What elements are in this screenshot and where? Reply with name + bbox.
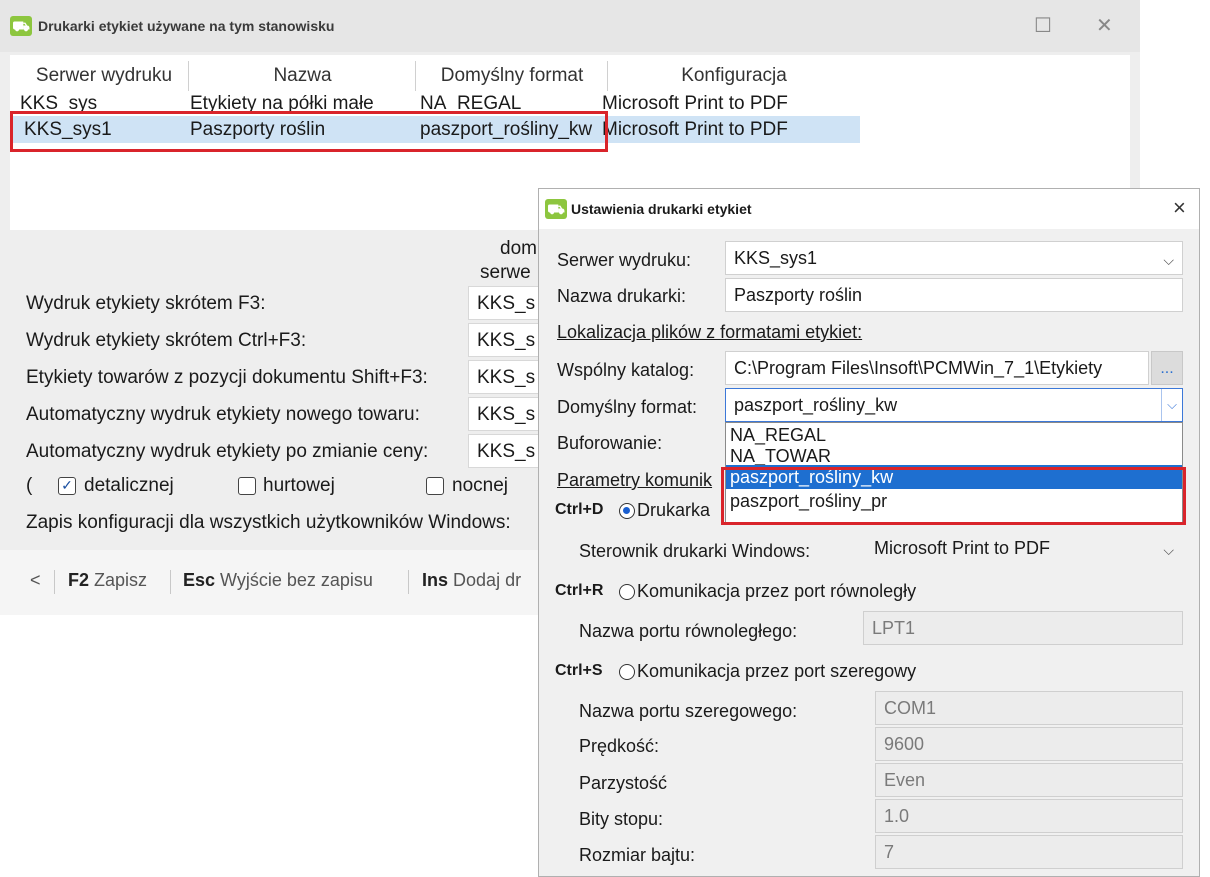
parity-label: Parzystość bbox=[579, 773, 668, 793]
add-printer-button[interactable]: Ins Dodaj dr bbox=[422, 570, 521, 591]
printer-name-field[interactable]: Paszporty roślin bbox=[725, 278, 1183, 312]
grid-cell-config: Microsoft Print to PDF bbox=[602, 119, 788, 140]
checkbox-wholesale-label: hurtowej bbox=[263, 475, 335, 496]
grid-column-separator bbox=[415, 61, 416, 91]
back-icon[interactable]: < bbox=[30, 570, 41, 591]
grid-column-separator bbox=[607, 61, 608, 91]
setting-label: Wydruk etykiety skrótem Ctrl+F3: bbox=[26, 330, 307, 351]
parallel-port-label: Nazwa portu równoległego: bbox=[579, 621, 798, 641]
parallel-port-field[interactable]: LPT1 bbox=[863, 611, 1183, 645]
driver-select[interactable]: Microsoft Print to PDF ⌵ bbox=[865, 531, 1183, 565]
cart-icon: ⛟ bbox=[545, 199, 567, 219]
server-select[interactable]: KKS_sys1 ⌵ bbox=[725, 241, 1183, 275]
printer-name-label: Nazwa drukarki: bbox=[557, 286, 687, 306]
shortcut-ctrl-d: Ctrl+D bbox=[555, 501, 604, 518]
annotation-highlight-row bbox=[10, 111, 608, 152]
radio-parallel[interactable] bbox=[619, 584, 635, 600]
cart-icon: ⛟ bbox=[10, 16, 32, 36]
radio-serial-label: Komunikacja przez port szeregowy bbox=[637, 661, 917, 681]
default-format-select[interactable]: paszport_rośliny_kw ⌵ bbox=[725, 388, 1183, 422]
radio-serial[interactable] bbox=[619, 664, 635, 680]
footer-separator bbox=[54, 570, 55, 594]
common-dir-field[interactable]: C:\Program Files\Insoft\PCMWin_7_1\Etyki… bbox=[725, 351, 1149, 385]
setting-label: Wydruk etykiety skrótem F3: bbox=[26, 293, 266, 314]
grid-column-separator bbox=[188, 61, 189, 91]
exit-without-save-button[interactable]: Esc Wyjście bez zapisu bbox=[183, 570, 373, 591]
byte-size-label: Rozmiar bajtu: bbox=[579, 845, 696, 865]
label-printer-settings-dialog: ⛟ Ustawienia drukarki etykiet × Serwer w… bbox=[538, 188, 1200, 877]
grid-header-server[interactable]: Serwer wydruku bbox=[24, 65, 184, 87]
setting-server-field[interactable]: KKS_s bbox=[468, 286, 548, 320]
footer-separator bbox=[408, 570, 409, 594]
setting-server-field[interactable]: KKS_s bbox=[468, 323, 548, 357]
maximize-icon[interactable]: ☐ bbox=[1034, 16, 1052, 36]
save-all-users-label: Zapis konfiguracji dla wszystkich użytko… bbox=[26, 512, 511, 533]
browse-button[interactable]: ... bbox=[1151, 351, 1183, 385]
grid-header-name[interactable]: Nazwa bbox=[190, 65, 415, 87]
shortcut-ctrl-s: Ctrl+S bbox=[555, 662, 603, 679]
grid-header-config[interactable]: Konfiguracja bbox=[609, 65, 859, 87]
save-button[interactable]: F2 Zapisz bbox=[68, 570, 147, 591]
dialog-title-bar: ⛟ Ustawienia drukarki etykiet × bbox=[539, 189, 1199, 229]
comm-params-heading: Parametry komunik bbox=[557, 470, 713, 490]
buffering-label: Buforowanie: bbox=[557, 433, 663, 453]
setting-server-field[interactable]: KKS_s bbox=[468, 397, 548, 431]
radio-printer-label: Drukarka bbox=[637, 500, 711, 520]
dropdown-option[interactable]: NA_TOWAR bbox=[726, 447, 1182, 465]
server-value: KKS_sys1 bbox=[734, 248, 818, 268]
chevron-down-icon[interactable]: ⌵ bbox=[1161, 389, 1182, 421]
setting-label: Automatyczny wydruk etykiety po zmianie … bbox=[26, 441, 429, 462]
grid-header-format[interactable]: Domyślny format bbox=[417, 65, 607, 87]
dropdown-option[interactable]: NA_REGAL bbox=[726, 423, 1182, 447]
column-header-default: dom bbox=[500, 238, 537, 259]
shortcut-ctrl-r: Ctrl+R bbox=[555, 582, 604, 599]
driver-label: Sterownik drukarki Windows: bbox=[579, 541, 811, 561]
column-header-server: serwe bbox=[480, 262, 531, 283]
speed-field[interactable]: 9600 bbox=[875, 727, 1183, 761]
dialog-title: Ustawienia drukarki etykiet bbox=[571, 201, 752, 217]
location-heading: Lokalizacja plików z formatami etykiet: bbox=[557, 322, 863, 342]
close-icon[interactable]: × bbox=[1173, 195, 1186, 221]
radio-printer[interactable] bbox=[619, 503, 635, 519]
annotation-highlight-options bbox=[721, 467, 1186, 525]
close-icon[interactable]: ✕ bbox=[1096, 16, 1113, 36]
setting-label: Automatyczny wydruk etykiety nowego towa… bbox=[26, 404, 420, 425]
checkbox-retail-label: detalicznej bbox=[84, 475, 174, 496]
checkbox-night[interactable] bbox=[426, 477, 444, 495]
checkbox-night-label: nocnej bbox=[452, 475, 508, 496]
footer-separator bbox=[170, 570, 171, 594]
checkbox-retail[interactable]: ✓ bbox=[58, 477, 76, 495]
chevron-down-icon: ⌵ bbox=[1163, 252, 1174, 268]
price-types-paren: ( bbox=[26, 475, 33, 496]
main-window-title: Drukarki etykiet używane na tym stanowis… bbox=[38, 18, 335, 34]
serial-port-field[interactable]: COM1 bbox=[875, 691, 1183, 725]
setting-server-field[interactable]: KKS_s bbox=[468, 434, 548, 468]
server-label: Serwer wydruku: bbox=[557, 250, 692, 270]
default-format-label: Domyślny format: bbox=[557, 397, 698, 417]
default-format-value: paszport_rośliny_kw bbox=[734, 395, 898, 415]
radio-parallel-label: Komunikacja przez port równoległy bbox=[637, 581, 917, 601]
checkbox-wholesale[interactable] bbox=[238, 477, 256, 495]
driver-value: Microsoft Print to PDF bbox=[874, 538, 1051, 558]
setting-label: Etykiety towarów z pozycji dokumentu Shi… bbox=[26, 367, 428, 388]
grid-cell-config: Microsoft Print to PDF bbox=[602, 93, 788, 114]
common-dir-label: Wspólny katalog: bbox=[557, 360, 695, 380]
stop-bits-label: Bity stopu: bbox=[579, 809, 664, 829]
stop-bits-field[interactable]: 1.0 bbox=[875, 799, 1183, 833]
speed-label: Prędkość: bbox=[579, 736, 660, 756]
setting-server-field[interactable]: KKS_s bbox=[468, 360, 548, 394]
serial-port-label: Nazwa portu szeregowego: bbox=[579, 701, 798, 721]
main-title-bar: ⛟ Drukarki etykiet używane na tym stanow… bbox=[0, 0, 1140, 52]
parity-field[interactable]: Even bbox=[875, 763, 1183, 797]
chevron-down-icon: ⌵ bbox=[1163, 542, 1174, 558]
byte-size-field[interactable]: 7 bbox=[875, 835, 1183, 869]
